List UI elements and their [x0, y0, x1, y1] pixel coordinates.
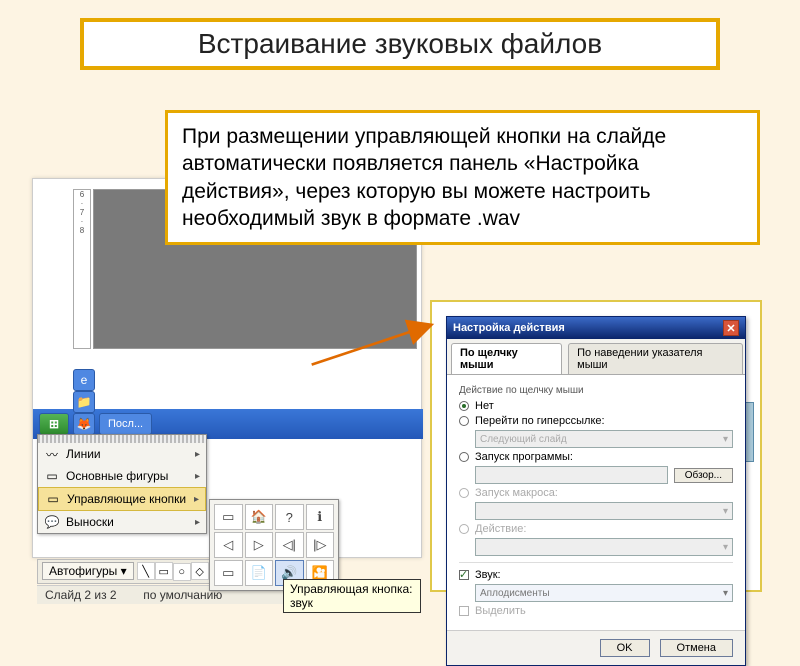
autoshapes-dropdown[interactable]: Автофигуры ▾	[42, 562, 134, 580]
action-button-5[interactable]: ▷	[245, 532, 274, 558]
menu-icon: 💬	[44, 514, 60, 530]
autoshapes-menu: 〰Линии▸▭Основные фигуры▸▭Управляющие кно…	[37, 434, 207, 534]
menu-item-2[interactable]: ▭Управляющие кнопки▸	[38, 487, 206, 511]
action-button-9[interactable]: 📄	[245, 560, 274, 586]
action-button-7[interactable]: |▷	[306, 532, 335, 558]
checkbox-highlight[interactable]	[459, 606, 469, 616]
tab-click[interactable]: По щелчку мыши	[451, 343, 562, 374]
hyperlink-select[interactable]: Следующий слайд▾	[475, 430, 733, 448]
dialog-footer: OK Отмена	[447, 630, 745, 665]
menu-item-3[interactable]: 💬Выноски▸	[38, 511, 206, 533]
dialog-body: Действие по щелчку мыши Нет Перейти по г…	[447, 375, 745, 630]
checkbox-sound[interactable]	[459, 570, 469, 580]
browse-button[interactable]: Обзор...	[674, 468, 733, 483]
chevron-right-icon: ▸	[194, 494, 199, 505]
radio-program[interactable]	[459, 452, 469, 462]
tooltip: Управляющая кнопка: звук	[283, 579, 421, 613]
sound-select[interactable]: Аплодисменты▾	[475, 584, 733, 602]
dialog-tabs: По щелчку мыши По наведении указателя мы…	[447, 339, 745, 375]
action-button-2[interactable]: ?	[275, 504, 304, 530]
page-title: Встраивание звуковых файлов	[92, 28, 708, 60]
dialog-screenshot-frame: Настройка действия ✕ По щелчку мыши По н…	[430, 300, 762, 592]
group-label: Действие по щелчку мыши	[459, 385, 733, 396]
close-icon[interactable]: ✕	[723, 320, 739, 336]
menu-icon: ▭	[44, 468, 60, 484]
chevron-right-icon: ▸	[195, 449, 200, 460]
radio-macro[interactable]	[459, 488, 469, 498]
cancel-button[interactable]: Отмена	[660, 639, 733, 657]
radio-hyperlink[interactable]	[459, 416, 469, 426]
toolbar-icon-2[interactable]: ○	[173, 563, 191, 581]
action-button-3[interactable]: ℹ	[306, 504, 335, 530]
start-button[interactable]: ⊞	[39, 413, 69, 435]
quicklaunch-0[interactable]: e	[73, 369, 95, 391]
action-select: ▾	[475, 538, 733, 556]
title-box: Встраивание звуковых файлов	[80, 18, 720, 70]
action-button-4[interactable]: ◁	[214, 532, 243, 558]
action-button-8[interactable]: ▭	[214, 560, 243, 586]
macro-select: ▾	[475, 502, 733, 520]
tab-hover[interactable]: По наведении указателя мыши	[568, 343, 743, 374]
action-button-6[interactable]: ◁|	[275, 532, 304, 558]
action-button-1[interactable]: 🏠	[245, 504, 274, 530]
description-box: При размещении управляющей кнопки на сла…	[165, 110, 760, 245]
program-input[interactable]	[475, 466, 668, 484]
dialog-title: Настройка действия	[453, 322, 565, 334]
menu-item-0[interactable]: 〰Линии▸	[38, 443, 206, 465]
radio-none[interactable]	[459, 401, 469, 411]
menu-grip[interactable]	[38, 435, 206, 443]
action-buttons-submenu: ▭🏠?ℹ◁▷◁||▷▭📄🔊🎦	[209, 499, 339, 591]
menu-item-1[interactable]: ▭Основные фигуры▸	[38, 465, 206, 487]
action-button-0[interactable]: ▭	[214, 504, 243, 530]
quicklaunch-2[interactable]: 🦊	[73, 413, 95, 435]
chevron-right-icon: ▸	[195, 517, 200, 528]
quicklaunch-1[interactable]: 📁	[73, 391, 95, 413]
menu-icon: ▭	[45, 491, 61, 507]
description-text: При размещении управляющей кнопки на сла…	[182, 125, 666, 230]
toolbar-icon-3[interactable]: ◇	[191, 562, 209, 580]
menu-icon: 〰	[44, 446, 60, 462]
toolbar-icon-1[interactable]: ▭	[155, 562, 173, 580]
ok-button[interactable]: OK	[600, 639, 650, 657]
radio-action[interactable]	[459, 524, 469, 534]
dialog-titlebar[interactable]: Настройка действия ✕	[447, 317, 745, 339]
toolbar-icon-0[interactable]: ╲	[137, 562, 155, 580]
chevron-right-icon: ▸	[195, 471, 200, 482]
action-settings-dialog: Настройка действия ✕ По щелчку мыши По н…	[446, 316, 746, 666]
taskbar-task[interactable]: Посл...	[99, 413, 152, 435]
ruler-vertical: 6·7·8	[73, 189, 91, 349]
